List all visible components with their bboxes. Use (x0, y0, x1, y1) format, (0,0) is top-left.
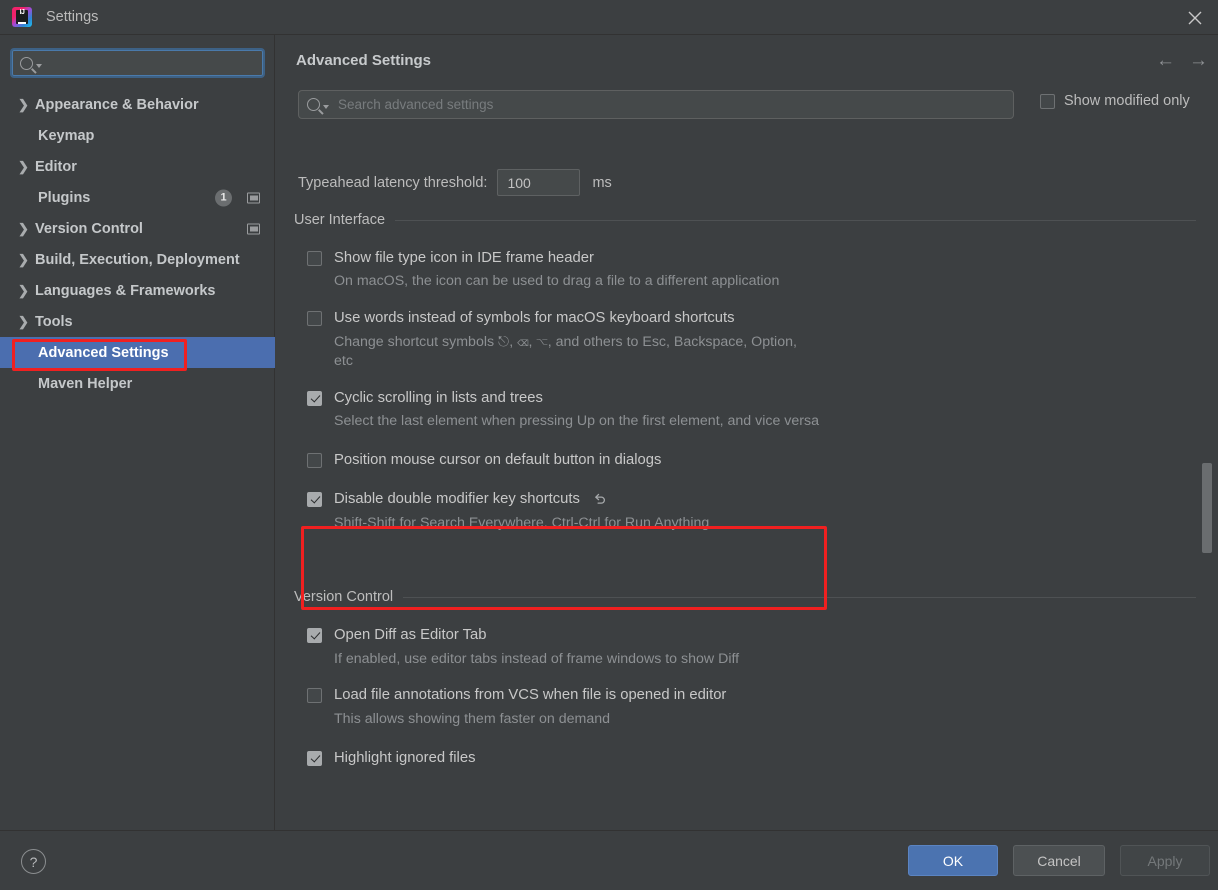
section-divider (403, 596, 1196, 598)
option-open-diff-as-editor-tab[interactable]: Open Diff as Editor Tab If enabled, use … (294, 626, 1196, 669)
window-icon[interactable] (247, 223, 260, 234)
show-modified-only-checkbox[interactable] (1040, 93, 1055, 109)
section-title: Version Control (294, 589, 394, 606)
option-position-mouse-cursor[interactable]: Position mouse cursor on default button … (294, 451, 1196, 469)
option-description: If enabled, use editor tabs instead of f… (334, 650, 740, 667)
option-label: Highlight ignored files (334, 749, 476, 766)
chevron-right-icon: ❯ (18, 97, 29, 112)
chevron-right-icon: ❯ (18, 252, 29, 267)
sidebar-item-label: Maven Helper (38, 375, 133, 392)
undo-icon[interactable] (592, 492, 607, 507)
plugins-update-badge: 1 (215, 189, 232, 206)
section-header-user-interface: User Interface (294, 212, 1196, 228)
window-icon[interactable] (247, 192, 260, 203)
sidebar-item-languages-frameworks[interactable]: ❯ Languages & Frameworks (0, 275, 275, 306)
option-label: Cyclic scrolling in lists and trees (334, 389, 543, 406)
dialog-footer: ? OK Cancel Apply (0, 830, 1218, 890)
option-label: Open Diff as Editor Tab (334, 627, 487, 644)
section-title: User Interface (294, 212, 386, 228)
page-title: Advanced Settings (296, 52, 432, 69)
settings-scroll-area: User Interface Show file type icon in ID… (276, 203, 1218, 830)
option-checkbox[interactable] (307, 688, 322, 704)
sidebar-item-label: Plugins (38, 189, 91, 206)
sidebar-item-advanced-settings[interactable]: Advanced Settings (0, 337, 275, 368)
option-show-file-type-icon[interactable]: Show file type icon in IDE frame header … (294, 249, 1196, 292)
title-bar: IJ Settings (0, 0, 1218, 35)
sidebar-search-field[interactable] (10, 48, 265, 78)
advanced-settings-panel: Advanced Settings ← → Search advanced se… (276, 35, 1218, 830)
apply-button: Apply (1120, 845, 1210, 876)
close-icon[interactable] (1172, 0, 1218, 35)
sidebar-item-label: Version Control (35, 220, 143, 237)
option-cyclic-scrolling[interactable]: Cyclic scrolling in lists and trees Sele… (294, 389, 1196, 432)
search-icon (20, 56, 33, 70)
sidebar-item-plugins[interactable]: Plugins 1 (0, 182, 275, 213)
chevron-right-icon: ❯ (18, 159, 29, 174)
option-label-text: Disable double modifier key shortcuts (334, 491, 580, 508)
option-checkbox[interactable] (307, 750, 322, 766)
option-description: On macOS, the icon can be used to drag a… (334, 273, 780, 290)
advanced-search-field[interactable]: Search advanced settings (298, 90, 1014, 119)
option-use-words-instead-of-symbols[interactable]: Use words instead of symbols for macOS k… (294, 309, 1196, 372)
typeahead-latency-unit: ms (592, 174, 612, 191)
option-disable-double-modifier-key-shortcuts[interactable]: Disable double modifier key shortcuts Sh… (294, 490, 1196, 533)
sidebar-item-tools[interactable]: ❯ Tools (0, 306, 275, 337)
section-header-version-control: Version Control (294, 589, 1196, 605)
settings-tree: ❯ Appearance & Behavior Keymap ❯ Editor … (0, 89, 275, 399)
cancel-button[interactable]: Cancel (1013, 845, 1105, 876)
settings-sidebar: ❯ Appearance & Behavior Keymap ❯ Editor … (0, 35, 275, 830)
sidebar-item-version-control[interactable]: ❯ Version Control (0, 213, 275, 244)
option-checkbox[interactable] (307, 492, 322, 508)
option-description: Change shortcut symbols ⎋, ⌫, ⌥, and oth… (334, 333, 797, 370)
ok-button[interactable]: OK (908, 845, 998, 876)
chevron-right-icon: ❯ (18, 221, 29, 236)
option-description: This allows showing them faster on deman… (334, 710, 611, 727)
sidebar-item-editor[interactable]: ❯ Editor (0, 151, 275, 182)
typeahead-latency-label: Typeahead latency threshold: (298, 174, 488, 191)
option-checkbox[interactable] (307, 452, 322, 468)
intellij-idea-logo-icon: IJ (12, 7, 32, 27)
option-label: Show file type icon in IDE frame header (334, 250, 594, 266)
sidebar-item-label: Advanced Settings (38, 344, 169, 361)
option-label: Position mouse cursor on default button … (334, 451, 662, 468)
arrow-right-icon[interactable]: → (1189, 51, 1208, 70)
chevron-right-icon: ❯ (18, 283, 29, 298)
typeahead-latency-input[interactable]: 100 (497, 169, 581, 196)
typeahead-latency-row: Typeahead latency threshold: 100 ms (298, 169, 612, 196)
option-checkbox[interactable] (307, 628, 322, 644)
sidebar-item-label: Editor (35, 158, 77, 175)
window-title: Settings (46, 9, 99, 25)
help-icon[interactable]: ? (21, 849, 46, 874)
option-description: Select the last element when pressing Up… (334, 413, 819, 430)
sidebar-item-keymap[interactable]: Keymap (0, 120, 275, 151)
navigation-arrows: ← → (1156, 51, 1208, 70)
sidebar-item-label: Build, Execution, Deployment (35, 251, 240, 268)
option-checkbox[interactable] (307, 390, 322, 406)
vertical-scrollbar[interactable] (1202, 463, 1212, 553)
chevron-right-icon: ❯ (18, 314, 29, 329)
chevron-down-icon (323, 105, 329, 109)
advanced-search-input[interactable]: Search advanced settings (338, 97, 493, 112)
sidebar-item-label: Keymap (38, 127, 95, 144)
sidebar-item-label: Tools (35, 313, 73, 330)
search-icon (307, 98, 320, 111)
sidebar-item-build-execution-deployment[interactable]: ❯ Build, Execution, Deployment (0, 244, 275, 275)
section-divider (395, 219, 1196, 221)
show-modified-only-row[interactable]: Show modified only (1040, 93, 1190, 109)
sidebar-item-appearance-behavior[interactable]: ❯ Appearance & Behavior (0, 89, 275, 120)
sidebar-item-label: Languages & Frameworks (35, 282, 216, 299)
option-load-file-annotations[interactable]: Load file annotations from VCS when file… (294, 686, 1196, 729)
option-checkbox[interactable] (307, 251, 322, 266)
option-label: Load file annotations from VCS when file… (334, 687, 727, 704)
sidebar-item-label: Appearance & Behavior (35, 96, 199, 113)
option-description: Shift-Shift for Search Everywhere, Ctrl-… (334, 514, 710, 531)
option-label: Disable double modifier key shortcuts (334, 490, 709, 508)
option-highlight-ignored-files[interactable]: Highlight ignored files (294, 749, 1196, 767)
option-checkbox[interactable] (307, 311, 322, 327)
chevron-down-icon (36, 63, 42, 68)
show-modified-only-label: Show modified only (1064, 93, 1190, 109)
option-label: Use words instead of symbols for macOS k… (334, 310, 735, 327)
arrow-left-icon[interactable]: ← (1156, 51, 1175, 70)
sidebar-item-maven-helper[interactable]: Maven Helper (0, 368, 275, 399)
